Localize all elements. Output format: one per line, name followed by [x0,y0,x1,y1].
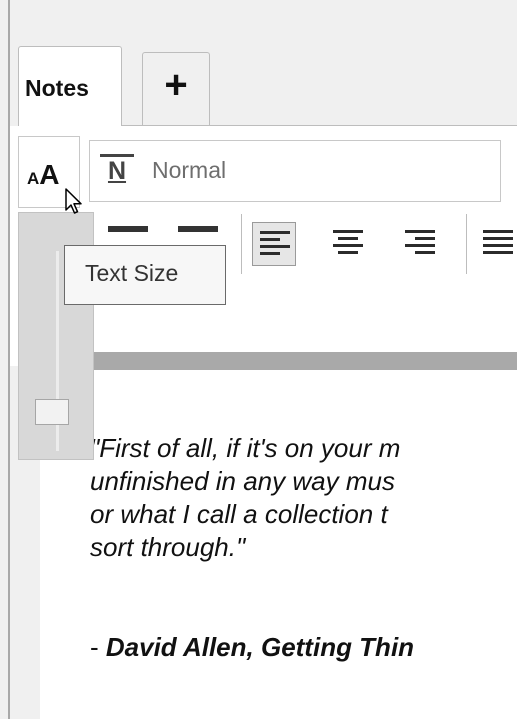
justify-button[interactable] [476,222,517,266]
align-center-button[interactable] [326,222,370,266]
mouse-pointer-icon [65,188,82,214]
plus-icon: + [164,63,188,107]
align-right-button[interactable] [398,222,442,266]
align-left-button[interactable] [252,222,296,266]
text-size-slider-thumb[interactable] [35,399,69,425]
attribution-author: David Allen, Getting Thin [105,632,415,662]
note-quote: "First of all, if it's on your m unfinis… [90,432,517,564]
paragraph-style-dropdown[interactable]: N Normal [89,140,501,202]
toolbar-separator [241,214,242,274]
quote-line: "First of all, if it's on your m [90,433,401,463]
text-size-tooltip: Text Size [64,245,226,305]
list-buttons-partially-hidden[interactable] [108,226,228,240]
text-size-icon: AA [27,159,60,190]
tab-notes-label: Notes [25,75,89,101]
paragraph-style-value: Normal [152,157,227,183]
quote-line: sort through." [90,532,246,562]
toolbar-separator [466,214,467,274]
note-attribution: - David Allen, Getting Thin [90,632,415,662]
note-editor[interactable]: "First of all, if it's on your m unfinis… [40,370,517,719]
tab-notes[interactable]: Notes [18,46,122,126]
quote-line: or what I call a collection t [90,499,388,529]
add-tab-button[interactable]: + [142,52,210,126]
editor-top-border [40,352,517,370]
quote-line: unfinished in any way mus [90,466,395,496]
normal-style-icon: N [100,154,134,188]
